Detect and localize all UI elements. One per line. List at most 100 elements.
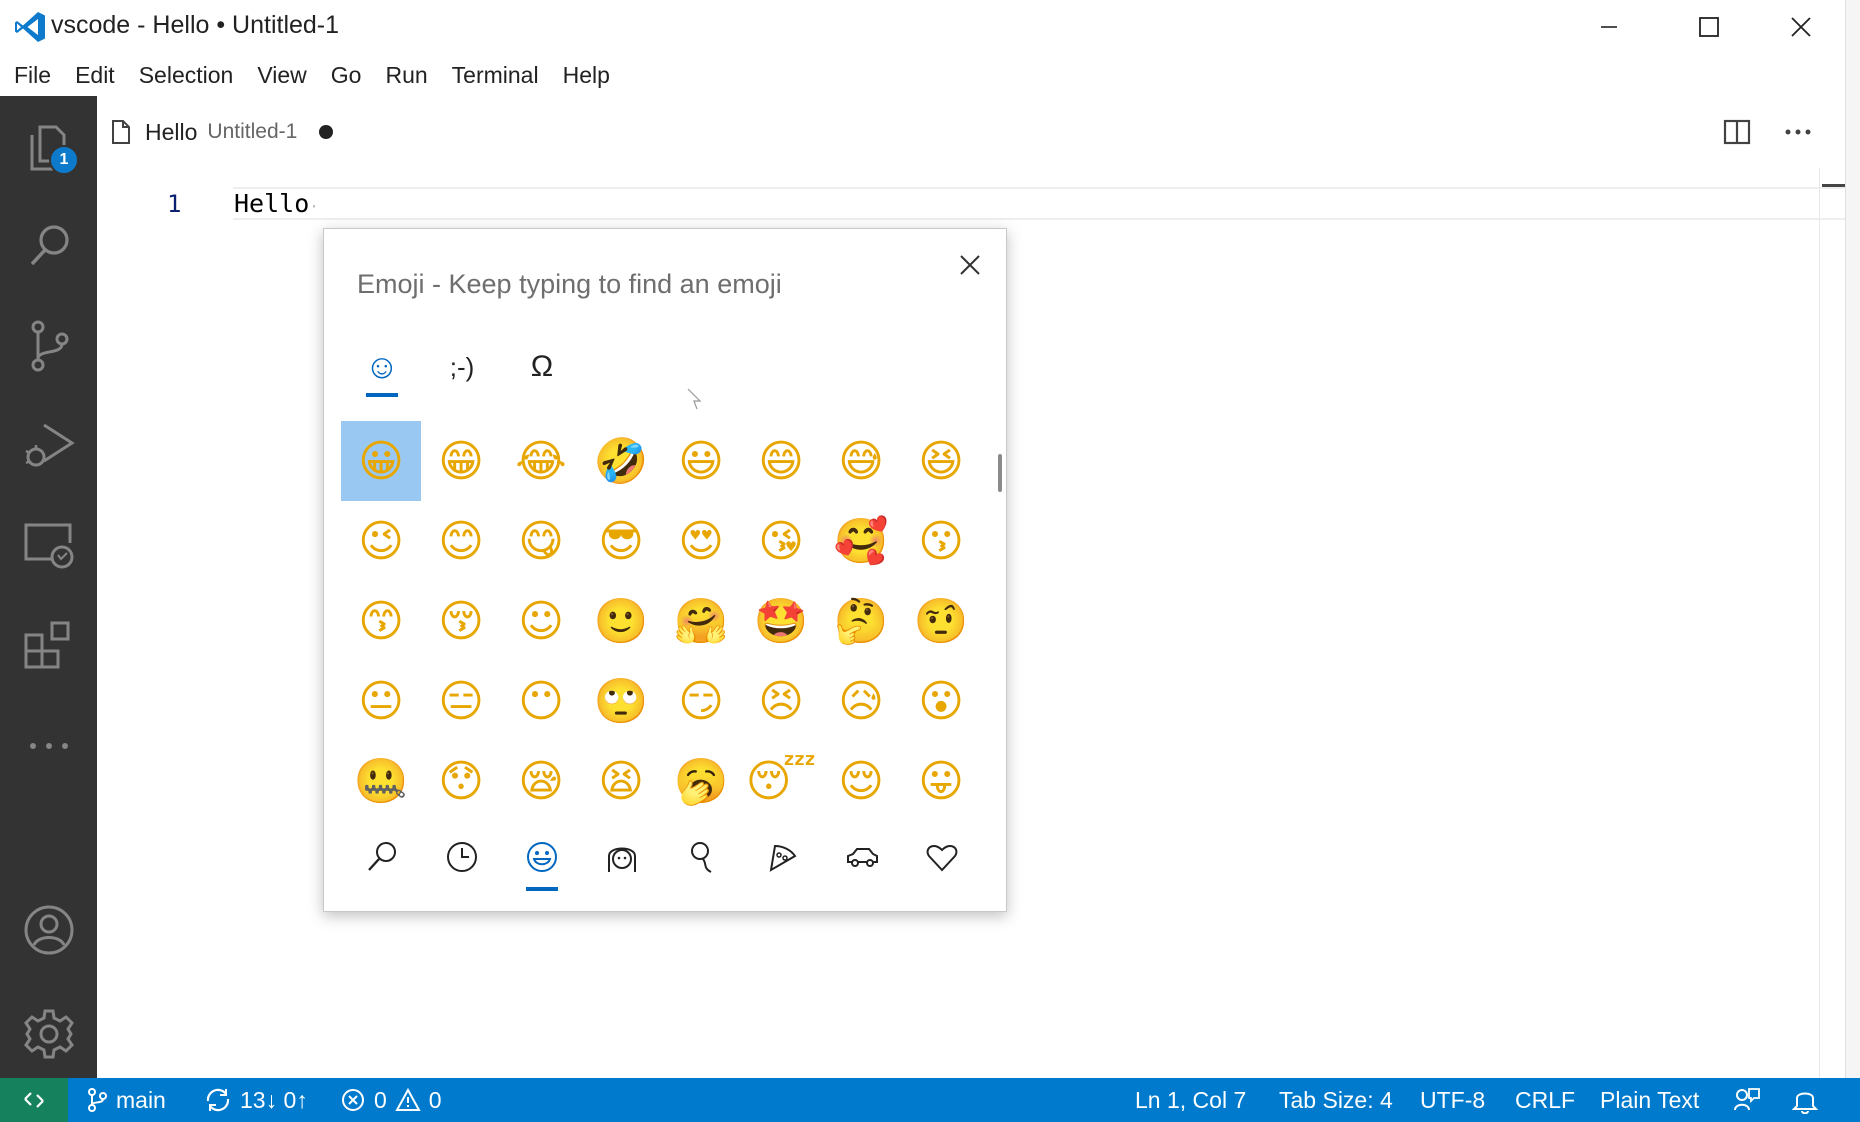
editor-tab[interactable]: Hello Untitled-1: [97, 96, 334, 168]
cursor-position[interactable]: Ln 1, Col 7: [1135, 1078, 1246, 1122]
emoji-cell[interactable]: 🙄: [581, 661, 661, 741]
accounts-icon: [24, 905, 73, 955]
emoji-search-prompt[interactable]: Emoji - Keep typing to find an emoji: [357, 269, 782, 300]
bottom-tab-search[interactable]: [352, 829, 412, 885]
emoji-cell[interactable]: 😴: [741, 741, 821, 821]
bottom-tab-people[interactable]: [592, 829, 652, 885]
menu-bar: File Edit Selection View Go Run Terminal…: [0, 54, 1860, 96]
menu-help[interactable]: Help: [553, 62, 620, 89]
branch-status[interactable]: main: [86, 1078, 166, 1122]
language-mode[interactable]: Plain Text: [1600, 1078, 1699, 1122]
notifications-button[interactable]: [1792, 1078, 1818, 1122]
code-line[interactable]: Hello·: [234, 189, 319, 218]
remote-indicator-button[interactable]: [0, 1078, 68, 1122]
emoji-cell[interactable]: 😏: [661, 661, 741, 741]
emoji-cell[interactable]: 😯: [421, 741, 501, 821]
emoji-cell[interactable]: 😉: [341, 501, 421, 581]
emoji-cell[interactable]: 😁: [421, 421, 501, 501]
bottom-tab-celebration[interactable]: [672, 829, 732, 885]
emoji-cell[interactable]: 😑: [421, 661, 501, 741]
emoji-cell[interactable]: 😙: [341, 581, 421, 661]
emoji-cell[interactable]: 😌: [821, 741, 901, 821]
editor-scrollbar[interactable]: [1819, 168, 1820, 1078]
emoji-grid-scrollbar[interactable]: [998, 454, 1002, 492]
menu-file[interactable]: File: [4, 62, 61, 89]
emoji-cell[interactable]: 😅: [821, 421, 901, 501]
emoji-cell[interactable]: 🥰: [821, 501, 901, 581]
sync-status[interactable]: 13↓ 0↑: [204, 1078, 308, 1122]
menu-go[interactable]: Go: [321, 62, 372, 89]
close-window-button[interactable]: [1757, 0, 1845, 54]
emoji-cell[interactable]: 😊: [421, 501, 501, 581]
activity-settings[interactable]: [0, 984, 97, 1084]
emoji-cell[interactable]: 😫: [581, 741, 661, 821]
symbols-category-tab[interactable]: Ω: [512, 339, 572, 395]
emoji-panel-close-button[interactable]: [952, 247, 988, 283]
emoji-cell[interactable]: 😃: [661, 421, 741, 501]
kaomoji-category-tab[interactable]: ;-): [432, 339, 492, 395]
editor-more-actions-button[interactable]: [1780, 114, 1816, 150]
unsaved-dot-icon[interactable]: [319, 125, 334, 139]
active-tab-underline: [526, 887, 558, 891]
bottom-tab-recent[interactable]: [432, 829, 492, 885]
maximize-button[interactable]: [1665, 0, 1753, 54]
bottom-tab-heart[interactable]: [912, 829, 972, 885]
emoji-cell[interactable]: 😚: [421, 581, 501, 661]
emoji-cell[interactable]: ☺: [501, 581, 581, 661]
encoding[interactable]: UTF-8: [1420, 1078, 1485, 1122]
problems-status[interactable]: 0 0: [340, 1078, 442, 1122]
emoji-cell[interactable]: 😄: [741, 421, 821, 501]
emoji-cell[interactable]: 😋: [501, 501, 581, 581]
emoji-cell[interactable]: 🤔: [821, 581, 901, 661]
emoji-cell[interactable]: 😍: [661, 501, 741, 581]
emoji-cell[interactable]: 🤨: [901, 581, 981, 661]
tab-size[interactable]: Tab Size: 4: [1279, 1078, 1393, 1122]
activity-accounts[interactable]: [0, 880, 97, 980]
bottom-tab-food[interactable]: [752, 829, 812, 885]
activity-run-debug[interactable]: [0, 396, 97, 496]
emoji-cell[interactable]: 😶: [501, 661, 581, 741]
emoji-cell[interactable]: 🤗: [661, 581, 741, 661]
emoji-cell[interactable]: 😗: [901, 501, 981, 581]
bottom-tab-travel[interactable]: [832, 829, 892, 885]
settings-gear-icon: [23, 1009, 74, 1059]
menu-selection[interactable]: Selection: [129, 62, 244, 89]
feedback-button[interactable]: [1733, 1078, 1761, 1122]
emoji-cell[interactable]: 😀: [341, 421, 421, 501]
split-editor-button[interactable]: [1719, 114, 1755, 150]
activity-remote-explorer[interactable]: [0, 496, 97, 596]
activity-explorer[interactable]: 1: [0, 96, 97, 196]
emoji-cell[interactable]: 🤣: [581, 421, 661, 501]
minimize-button[interactable]: [1565, 0, 1653, 54]
branch-name: main: [116, 1086, 166, 1113]
emoji-cell[interactable]: 😛: [901, 741, 981, 821]
bottom-tab-smiley[interactable]: [512, 829, 572, 891]
emoji-category-tab[interactable]: ☺: [352, 339, 412, 397]
emoji-cell[interactable]: 😘: [741, 501, 821, 581]
emoji-cell[interactable]: 😐: [341, 661, 421, 741]
activity-more[interactable]: [0, 696, 97, 796]
end-of-line[interactable]: CRLF: [1515, 1078, 1575, 1122]
mouse-cursor-icon: [687, 388, 702, 410]
activity-search[interactable]: [0, 196, 97, 296]
activity-source-control[interactable]: [0, 296, 97, 396]
menu-edit[interactable]: Edit: [65, 62, 125, 89]
emoji-cell[interactable]: 😥: [821, 661, 901, 741]
menu-run[interactable]: Run: [375, 62, 437, 89]
emoji-cell[interactable]: 🤩: [741, 581, 821, 661]
emoji-cell[interactable]: 😎: [581, 501, 661, 581]
menu-view[interactable]: View: [247, 62, 316, 89]
current-line-highlight: [233, 187, 1845, 220]
emoji-cell[interactable]: 😮: [901, 661, 981, 741]
pizza-icon: [769, 844, 797, 872]
menu-terminal[interactable]: Terminal: [442, 62, 549, 89]
emoji-cell[interactable]: 🤐: [341, 741, 421, 821]
emoji-cell[interactable]: 🥱: [661, 741, 741, 821]
emoji-cell[interactable]: 😪: [501, 741, 581, 821]
emoji-cell[interactable]: 🙂: [581, 581, 661, 661]
emoji-cell[interactable]: 😆: [901, 421, 981, 501]
emoji-cell[interactable]: 😣: [741, 661, 821, 741]
source-control-icon: [31, 320, 68, 372]
activity-extensions[interactable]: [0, 596, 97, 696]
emoji-cell[interactable]: 😂: [501, 421, 581, 501]
